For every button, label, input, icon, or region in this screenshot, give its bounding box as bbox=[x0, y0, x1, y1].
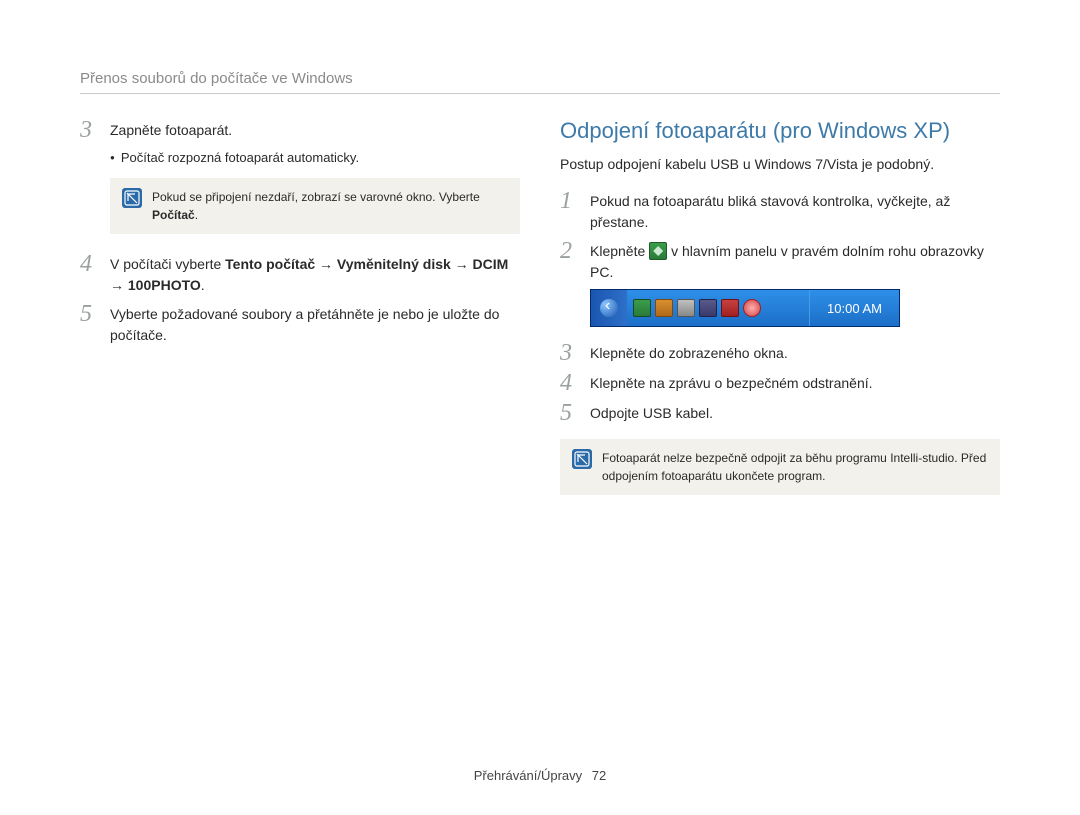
r-step-5: 5 Odpojte USB kabel. bbox=[560, 401, 1000, 425]
step-3-sub-bullet: Počítač rozpozná fotoaparát automaticky. bbox=[110, 148, 520, 168]
step-number: 5 bbox=[560, 401, 578, 425]
step-number: 4 bbox=[560, 371, 578, 395]
step-4-pre: V počítači vyberte bbox=[110, 256, 225, 272]
safely-remove-icon bbox=[649, 242, 667, 260]
page-header: Přenos souborů do počítače ve Windows bbox=[80, 70, 1000, 94]
step-text: Klepněte na zprávu o bezpečném odstraněn… bbox=[590, 371, 873, 394]
tray-safely-remove-icon bbox=[633, 299, 651, 317]
step-number: 1 bbox=[560, 189, 578, 213]
note-box-1: Pokud se připojení nezdaří, zobrazí se v… bbox=[110, 178, 520, 234]
note-box-2: Fotoaparát nelze bezpečně odpojit za běh… bbox=[560, 439, 1000, 495]
step-text: Klepněte v hlavním panelu v pravém dolní… bbox=[590, 239, 1000, 283]
note-icon bbox=[122, 188, 142, 208]
step-number: 3 bbox=[80, 118, 98, 142]
tray-volume-icon bbox=[721, 299, 739, 317]
footer-section: Přehrávání/Úpravy bbox=[474, 768, 582, 783]
note-icon bbox=[572, 449, 592, 469]
r-step-2: 2 Klepněte v hlavním panelu v pravém dol… bbox=[560, 239, 1000, 283]
section-title: Odpojení fotoaparátu (pro Windows XP) bbox=[560, 118, 1000, 144]
step-4: 4 V počítači vyberte Tento počítač → Vym… bbox=[80, 252, 520, 296]
step-text: V počítači vyberte Tento počítač → Vyměn… bbox=[110, 252, 520, 296]
tray-display-icon bbox=[699, 299, 717, 317]
page-footer: Přehrávání/Úpravy 72 bbox=[0, 768, 1080, 783]
section-intro: Postup odpojení kabelu USB u Windows 7/V… bbox=[560, 154, 1000, 175]
note-text-part-c: . bbox=[195, 208, 198, 222]
r-step-4: 4 Klepněte na zprávu o bezpečném odstran… bbox=[560, 371, 1000, 395]
r-step-3: 3 Klepněte do zobrazeného okna. bbox=[560, 341, 1000, 365]
step-number: 4 bbox=[80, 252, 98, 276]
right-column: Odpojení fotoaparátu (pro Windows XP) Po… bbox=[560, 118, 1000, 513]
note-text-bold: Počítač bbox=[152, 208, 195, 222]
step-text: Zapněte fotoaparát. bbox=[110, 118, 232, 141]
taskbar-expand-icon bbox=[600, 299, 618, 317]
taskbar-clock: 10:00 AM bbox=[809, 290, 899, 326]
step-3: 3 Zapněte fotoaparát. bbox=[80, 118, 520, 142]
note-text-part-a: Pokud se připojení nezdaří, zobrazí se v… bbox=[152, 190, 480, 204]
step-text: Vyberte požadované soubory a přetáhněte … bbox=[110, 302, 520, 346]
page-number: 72 bbox=[592, 768, 606, 783]
step-number: 3 bbox=[560, 341, 578, 365]
taskbar-tray bbox=[627, 290, 809, 326]
r-step-2-pre: Klepněte bbox=[590, 243, 649, 259]
step-number: 2 bbox=[560, 239, 578, 263]
step-text: Klepněte do zobrazeného okna. bbox=[590, 341, 788, 364]
note-text: Pokud se připojení nezdaří, zobrazí se v… bbox=[152, 188, 508, 224]
step-4-post: . bbox=[201, 277, 205, 293]
tray-network-icon bbox=[677, 299, 695, 317]
step-number: 5 bbox=[80, 302, 98, 326]
taskbar-expand-area bbox=[591, 290, 627, 326]
taskbar-screenshot: 10:00 AM bbox=[590, 289, 900, 327]
step-text: Pokud na fotoaparátu bliká stavová kontr… bbox=[590, 189, 1000, 233]
tray-shield-icon bbox=[655, 299, 673, 317]
step-5: 5 Vyberte požadované soubory a přetáhnět… bbox=[80, 302, 520, 346]
tray-status-icon bbox=[743, 299, 761, 317]
step-text: Odpojte USB kabel. bbox=[590, 401, 713, 424]
note-text: Fotoaparát nelze bezpečně odpojit za běh… bbox=[602, 449, 988, 485]
content-columns: 3 Zapněte fotoaparát. Počítač rozpozná f… bbox=[80, 118, 1000, 513]
left-column: 3 Zapněte fotoaparát. Počítač rozpozná f… bbox=[80, 118, 520, 513]
r-step-1: 1 Pokud na fotoaparátu bliká stavová kon… bbox=[560, 189, 1000, 233]
